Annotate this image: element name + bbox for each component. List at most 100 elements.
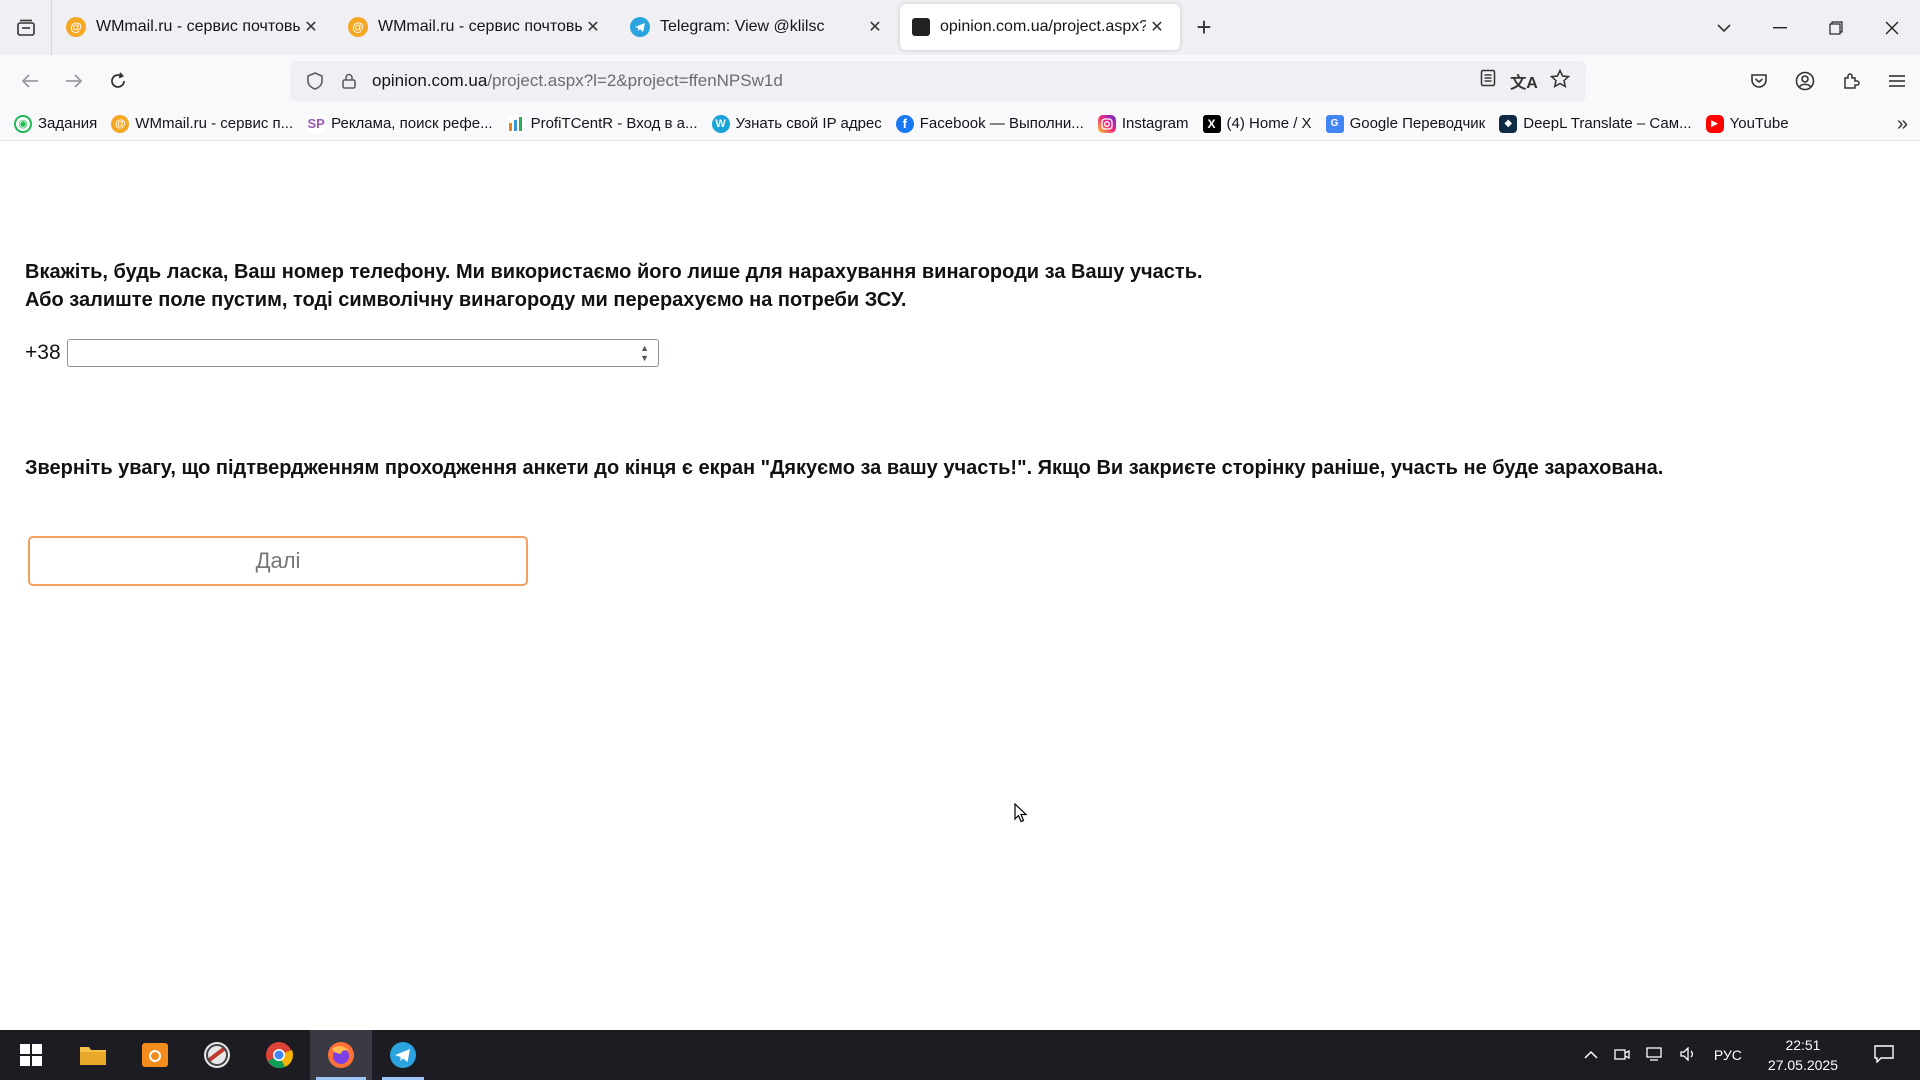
phone-row: +38 ▲ ▼ (25, 339, 659, 367)
language-indicator[interactable]: РУС (1714, 1047, 1742, 1063)
question-text: Вкажіть, будь ласка, Ваш номер телефону.… (25, 258, 1203, 314)
toolbar-right (1736, 61, 1920, 101)
bookmark-item[interactable]: ▶ YouTube (1705, 114, 1789, 133)
window-controls (1696, 0, 1920, 55)
back-button[interactable] (8, 61, 52, 101)
new-tab-button[interactable]: + (1180, 4, 1228, 50)
start-button[interactable] (0, 1030, 62, 1080)
facebook-icon: f (895, 114, 914, 133)
bookmark-label: (4) Home / X (1226, 115, 1312, 132)
restore-button[interactable] (1808, 0, 1864, 55)
question-line-2: Або залиште поле пустим, тоді символічну… (25, 289, 907, 311)
bookmark-item[interactable]: W Узнать свой IP адрес (711, 114, 882, 133)
taskbar-opera-app[interactable] (186, 1030, 248, 1080)
tab-wmmail-1[interactable]: @ WMmail.ru - сервис почтовых ✕ (54, 4, 334, 50)
close-window-button[interactable] (1864, 0, 1920, 55)
url-actions: 文A (1470, 69, 1578, 93)
tab-title: WMmail.ru - сервис почтовых (378, 18, 582, 35)
bookmark-label: Google Переводчик (1349, 115, 1486, 132)
close-icon (1885, 21, 1899, 34)
windows-icon (20, 1044, 42, 1066)
close-tab-icon[interactable]: ✕ (582, 16, 604, 38)
tab-title: opinion.com.ua/project.aspx?l= (940, 18, 1146, 35)
pocket-icon[interactable] (1736, 61, 1782, 101)
tab-list-button[interactable] (0, 0, 52, 55)
taskbar-file-explorer[interactable] (62, 1030, 124, 1080)
bookmark-label: Instagram (1121, 115, 1189, 132)
bookmark-item[interactable]: f Facebook — Выполни... (895, 114, 1084, 133)
wmmail-icon: @ (348, 17, 368, 37)
lock-icon[interactable] (332, 73, 366, 89)
wmmail-icon: @ (111, 114, 130, 133)
youtube-icon: ▶ (1705, 114, 1724, 133)
bookmark-label: Узнать свой IP адрес (735, 115, 882, 132)
reload-icon (111, 72, 125, 88)
bookmark-label: YouTube (1729, 115, 1789, 132)
reload-button[interactable] (96, 61, 140, 101)
clock[interactable]: 22:51 27.05.2025 (1760, 1035, 1846, 1075)
minimize-button[interactable] (1752, 0, 1808, 55)
folder-icon (80, 1047, 106, 1065)
phone-input[interactable]: ▲ ▼ (66, 339, 659, 367)
meet-icon[interactable] (1614, 1047, 1630, 1064)
bookmark-label: WMmail.ru - сервис п... (135, 115, 294, 132)
close-tab-icon[interactable]: ✕ (300, 16, 322, 38)
notification-icon[interactable] (1874, 1044, 1894, 1066)
bookmark-item[interactable]: ◆ DeepL Translate – Сам... (1499, 114, 1692, 133)
wmmail-icon: @ (66, 17, 86, 37)
menu-icon[interactable] (1874, 61, 1920, 101)
extensions-icon[interactable] (1828, 61, 1874, 101)
url-domain: opinion.com.ua (372, 71, 488, 90)
translate-icon[interactable]: 文A (1506, 69, 1542, 93)
bookmark-item[interactable]: X (4) Home / X (1202, 114, 1312, 133)
number-spinner[interactable]: ▲ ▼ (638, 342, 652, 364)
taskbar-firefox[interactable] (310, 1030, 372, 1080)
tab-wmmail-2[interactable]: @ WMmail.ru - сервис почтовых ✕ (336, 4, 616, 50)
tab-opinion[interactable]: opinion.com.ua/project.aspx?l= ✕ (900, 4, 1180, 50)
shield-icon[interactable] (298, 72, 332, 90)
bookmark-item[interactable]: @ WMmail.ru - сервис п... (111, 114, 294, 133)
bookmark-item[interactable]: Instagram (1097, 114, 1189, 133)
volume-icon[interactable] (1680, 1045, 1698, 1064)
taskbar-telegram[interactable] (372, 1030, 434, 1080)
clock-time: 22:51 (1785, 1037, 1821, 1053)
next-button[interactable]: Далі (28, 536, 528, 586)
network-icon[interactable] (1646, 1046, 1664, 1064)
chevron-down-icon[interactable] (1696, 0, 1752, 55)
deepl-icon: ◆ (1499, 114, 1518, 133)
clock-date: 27.05.2025 (1767, 1057, 1838, 1073)
forward-button[interactable] (52, 61, 96, 101)
close-tab-icon[interactable]: ✕ (864, 16, 886, 38)
chevron-up-icon[interactable]: ▲ (640, 343, 649, 353)
account-icon[interactable] (1782, 61, 1828, 101)
chevron-double-right-icon[interactable]: » (1897, 113, 1908, 136)
star-icon[interactable] (1542, 69, 1578, 93)
windows-taskbar: РУС 22:51 27.05.2025 (0, 1030, 1920, 1080)
minimize-icon (1773, 26, 1787, 28)
chevron-up-icon[interactable] (1584, 1047, 1598, 1063)
sp-icon: SP (307, 114, 326, 133)
app-circle-icon (204, 1042, 230, 1068)
bookmark-item[interactable]: SP Реклама, поиск рефе... (307, 114, 493, 133)
bookmark-item[interactable]: ProfiTCentR - Вход в а... (506, 114, 698, 133)
arrow-right-icon (66, 74, 83, 88)
notice-text: Зверніть увагу, що підтвердженням проход… (25, 457, 1664, 479)
taskbar-screenshot-app[interactable] (124, 1030, 186, 1080)
bookmark-item[interactable]: G Google Переводчик (1325, 114, 1486, 133)
tab-telegram[interactable]: Telegram: View @klilsc ✕ (618, 4, 898, 50)
tasks-icon: ◉ (14, 114, 32, 133)
ip-icon: W (711, 114, 730, 133)
camera-icon (142, 1043, 168, 1067)
bookmarks-bar: ◉ Задания @ WMmail.ru - сервис п... SP Рекл… (0, 107, 1920, 141)
close-tab-icon[interactable]: ✕ (1146, 16, 1168, 38)
reader-view-icon[interactable] (1470, 69, 1506, 93)
tab-title: WMmail.ru - сервис почтовых (96, 18, 300, 35)
address-bar[interactable]: opinion.com.ua/project.aspx?l=2&project=… (290, 61, 1586, 101)
google-translate-icon: G (1325, 114, 1344, 133)
arrow-left-icon (21, 74, 38, 88)
chevron-down-icon[interactable]: ▼ (640, 353, 649, 363)
taskbar-chrome[interactable] (248, 1030, 310, 1080)
bookmark-item[interactable]: ◉ Задания (14, 114, 97, 133)
url-text[interactable]: opinion.com.ua/project.aspx?l=2&project=… (372, 71, 1470, 91)
question-line-1: Вкажіть, будь ласка, Ваш номер телефону.… (25, 261, 1203, 283)
